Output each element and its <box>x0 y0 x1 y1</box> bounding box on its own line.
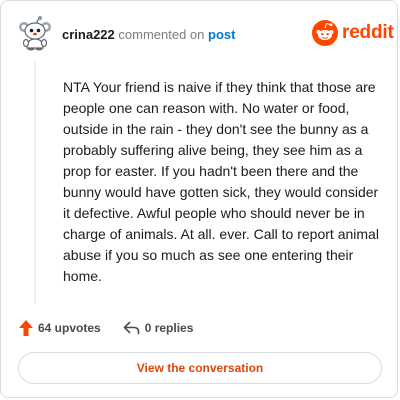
upvote-button[interactable]: 64 upvotes <box>19 320 101 336</box>
reply-arrow-icon <box>123 321 140 335</box>
username-link[interactable]: crina222 <box>62 27 115 42</box>
reddit-brand[interactable]: reddit <box>312 20 394 46</box>
view-conversation-button[interactable]: View the conversation <box>18 352 382 384</box>
replies-button[interactable]: 0 replies <box>123 321 194 335</box>
snoo-avatar-icon <box>19 16 51 51</box>
upvote-arrow-icon <box>19 320 33 336</box>
reddit-logo-icon <box>312 20 338 46</box>
reddit-wordmark: reddit <box>342 22 394 43</box>
replies-count: 0 replies <box>144 321 194 335</box>
comment-card: crina222 commented on post reddit NTA Yo… <box>0 0 398 398</box>
thread-line <box>34 61 36 304</box>
comment-body: NTA Your friend is naive if they think t… <box>63 79 379 284</box>
action-text: commented on <box>118 27 205 42</box>
comment-actions: 64 upvotes 0 replies <box>19 318 193 338</box>
upvotes-count: 64 upvotes <box>38 321 101 335</box>
comment-header: crina222 commented on post <box>62 27 235 43</box>
post-link[interactable]: post <box>208 27 235 42</box>
avatar[interactable] <box>17 15 53 51</box>
